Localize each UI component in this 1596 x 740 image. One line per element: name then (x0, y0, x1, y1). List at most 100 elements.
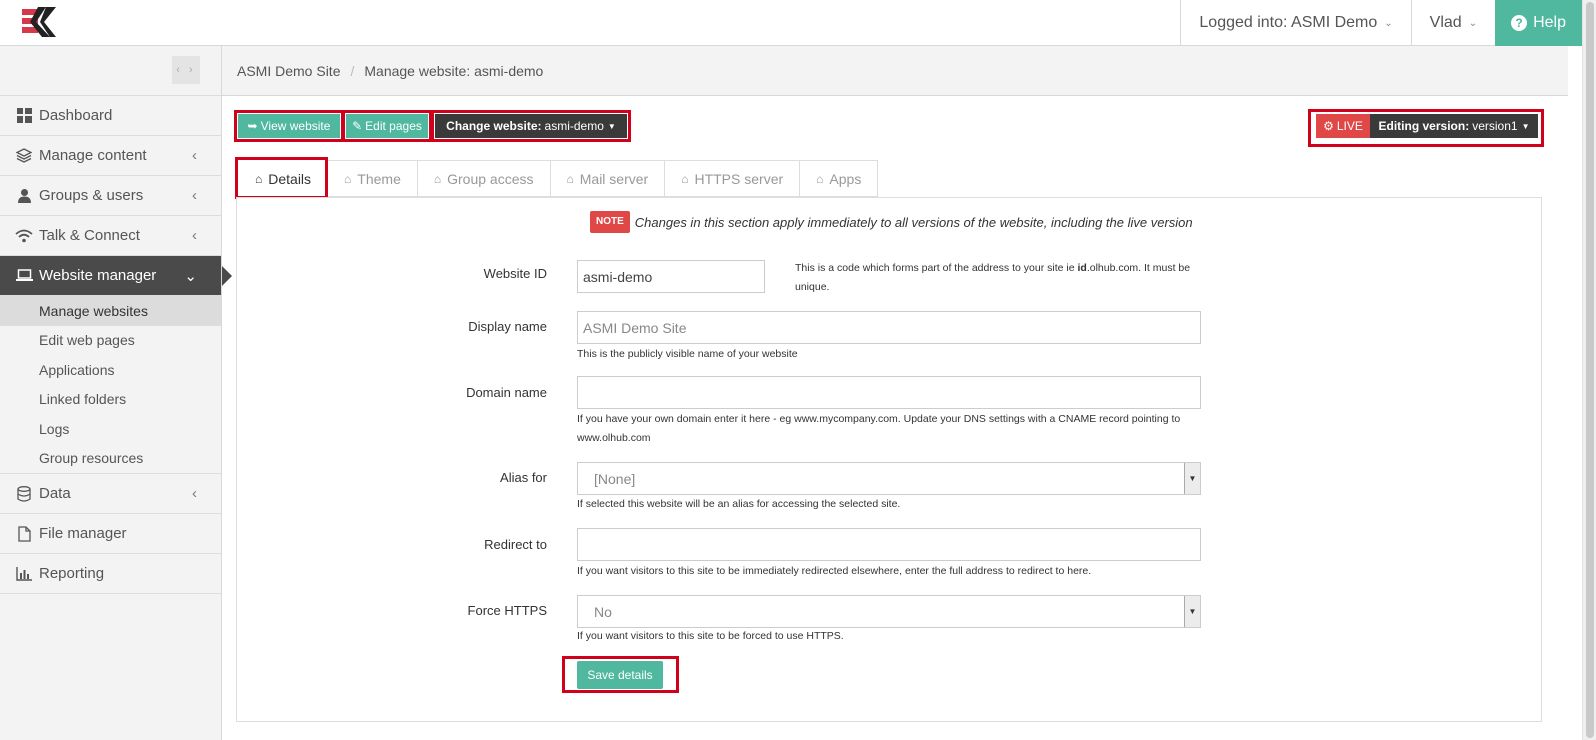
chevron-left-icon: ‹ (192, 147, 197, 164)
layers-icon (15, 147, 33, 165)
sidebar-subitem-applications[interactable]: Applications (0, 355, 221, 385)
alias-for-help: If selected this website will be an alia… (577, 498, 901, 510)
user-menu[interactable]: Vlad ⌄ (1410, 0, 1495, 46)
highlight-box (234, 110, 344, 142)
alias-for-value: [None] (594, 470, 636, 487)
breadcrumb-separator: / (350, 62, 355, 79)
file-icon (15, 525, 33, 543)
force-https-help: If you want visitors to this site to be … (577, 630, 844, 642)
wifi-icon (15, 227, 33, 245)
chevron-down-icon: ⌄ (1384, 17, 1393, 29)
alias-for-select[interactable]: [None] ▼ (577, 462, 1201, 495)
sidebar-item-label: Dashboard (39, 107, 113, 124)
home-icon: ⌂ (433, 171, 442, 186)
domain-name-label: Domain name (466, 385, 547, 400)
user-icon (15, 187, 33, 205)
note-badge: NOTE (590, 211, 630, 233)
website-id-help: This is a code which forms part of the a… (795, 259, 1205, 297)
tab-label: Theme (357, 170, 401, 187)
logged-into-label: Logged into: ASMI Demo (1199, 14, 1378, 31)
laptop-icon (15, 267, 33, 285)
help-text: If you have your own domain enter it her… (577, 413, 1181, 425)
force-https-label: Force HTTPS (467, 603, 547, 618)
redirect-to-help: If you want visitors to this site to be … (577, 565, 1092, 577)
sidebar-subitem-logs[interactable]: Logs (0, 414, 221, 444)
tab-group-access[interactable]: ⌂ Group access (417, 160, 551, 197)
scrollbar-thumb[interactable] (1586, 2, 1594, 738)
breadcrumb: ASMI Demo Site / Manage website: asmi-de… (222, 46, 1568, 96)
user-name: Vlad (1429, 14, 1462, 31)
note-message: NOTE Changes in this section apply immed… (590, 211, 1193, 233)
display-name-input[interactable]: ASMI Demo Site (577, 311, 1201, 344)
chevron-left-icon: ‹ (192, 187, 197, 204)
highlight-box (562, 656, 679, 693)
page-scrollbar[interactable] (1582, 0, 1596, 740)
chevron-left-icon: ‹ (192, 227, 197, 244)
website-id-label: Website ID (483, 266, 547, 281)
help-label: Help (1533, 14, 1566, 31)
help-text: unique. (795, 281, 830, 293)
account-switcher[interactable]: Logged into: ASMI Demo ⌄ (1180, 0, 1410, 46)
tab-https-server[interactable]: ⌂ HTTPS server (665, 160, 801, 197)
highlight-box (431, 110, 631, 142)
sidebar-subitem-linked-folders[interactable]: Linked folders (0, 385, 221, 415)
sidebar-subitem-edit-web-pages[interactable]: Edit web pages (0, 326, 221, 356)
domain-name-input[interactable] (577, 376, 1201, 409)
tab-theme[interactable]: ⌂ Theme (327, 160, 418, 197)
display-name-label: Display name (468, 319, 547, 334)
chart-icon (15, 565, 33, 583)
redirect-to-label: Redirect to (484, 537, 547, 552)
select-arrow-icon: ▼ (1184, 596, 1200, 627)
tab-label: HTTPS server (694, 170, 784, 187)
alias-for-label: Alias for (500, 470, 547, 485)
sidebar-collapse-toggle[interactable]: ‹ › (172, 56, 200, 84)
domain-name-help: If you have your own domain enter it her… (577, 410, 1217, 448)
sidebar-item-reporting[interactable]: Reporting (0, 554, 221, 594)
sidebar-item-label: Groups & users (39, 187, 144, 204)
help-text: www.olhub.com (577, 432, 651, 444)
breadcrumb-site[interactable]: ASMI Demo Site (237, 63, 340, 79)
sidebar-item-label: Website manager (39, 267, 157, 284)
help-text-bold: id (1077, 262, 1087, 274)
tab-label: Mail server (579, 170, 649, 187)
logo-icon[interactable] (22, 7, 58, 39)
settings-tabs: ⌂ Details ⌂ Theme ⌂ Group access ⌂ Mail … (237, 160, 879, 197)
chevron-down-icon: ⌄ (184, 267, 197, 285)
display-name-help: This is the publicly visible name of you… (577, 348, 798, 360)
highlight-box (235, 157, 328, 199)
database-icon (15, 485, 33, 503)
sidebar-item-label: File manager (39, 525, 127, 542)
sidebar-nav: Dashboard Manage content ‹ Groups & user… (0, 95, 232, 594)
chevron-down-icon: ⌄ (1468, 17, 1478, 29)
help-text: .olhub.com. It must be (1086, 262, 1191, 274)
highlight-box (1308, 109, 1544, 147)
question-icon: ? (1511, 15, 1528, 31)
sidebar: ‹ › Dashboard Manage content ‹ Groups & … (0, 46, 232, 740)
website-id-input[interactable]: asmi-demo (577, 260, 765, 293)
tab-apps[interactable]: ⌂ Apps (800, 160, 879, 197)
help-button[interactable]: ? Help (1495, 0, 1582, 46)
sidebar-subitem-group-resources[interactable]: Group resources (0, 444, 221, 474)
sidebar-item-label: Data (39, 485, 71, 502)
force-https-select[interactable]: No ▼ (577, 595, 1201, 628)
home-icon: ⌂ (681, 171, 689, 186)
top-bar: Logged into: ASMI Demo ⌄ Vlad ⌄ ? Help (0, 0, 1596, 46)
force-https-value: No (594, 603, 612, 620)
sidebar-item-groups-users[interactable]: Groups & users ‹ (0, 176, 221, 216)
sidebar-item-label: Talk & Connect (39, 227, 140, 244)
sidebar-item-talk-connect[interactable]: Talk & Connect ‹ (0, 216, 221, 256)
note-text: Changes in this section apply immediatel… (634, 214, 1193, 230)
home-icon: ⌂ (566, 171, 574, 186)
sidebar-item-dashboard[interactable]: Dashboard (0, 96, 221, 136)
tab-label: Apps (829, 170, 862, 187)
sidebar-item-website-manager[interactable]: Website manager ⌄ (0, 256, 232, 296)
redirect-to-input[interactable] (577, 528, 1201, 561)
sidebar-item-manage-content[interactable]: Manage content ‹ (0, 136, 221, 176)
sidebar-subitem-manage-websites[interactable]: Manage websites (0, 296, 221, 326)
sidebar-item-file-manager[interactable]: File manager (0, 514, 221, 554)
select-arrow-icon: ▼ (1184, 463, 1200, 494)
sidebar-item-label: Manage content (39, 147, 147, 164)
tab-mail-server[interactable]: ⌂ Mail server (550, 160, 666, 197)
home-icon: ⌂ (344, 171, 352, 186)
sidebar-item-data[interactable]: Data ‹ (0, 474, 221, 514)
